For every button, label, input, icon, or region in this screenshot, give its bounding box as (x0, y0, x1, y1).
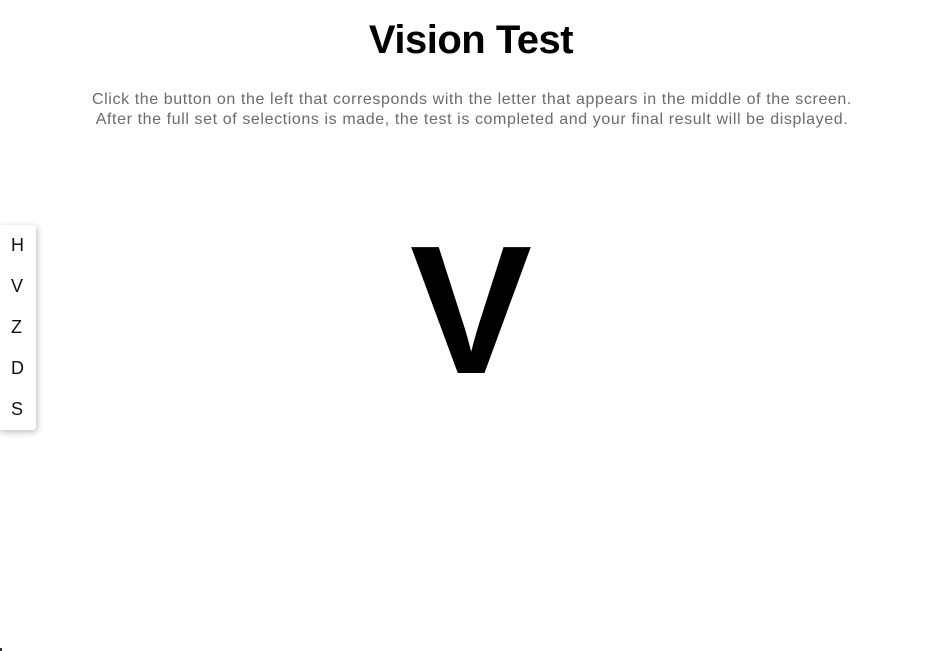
instructions-text: Click the button on the left that corres… (92, 91, 852, 128)
vision-test-page: Vision Test Click the button on the left… (0, 0, 942, 651)
page-title: Vision Test (368, 18, 574, 62)
test-letter-display: V (409, 207, 533, 412)
